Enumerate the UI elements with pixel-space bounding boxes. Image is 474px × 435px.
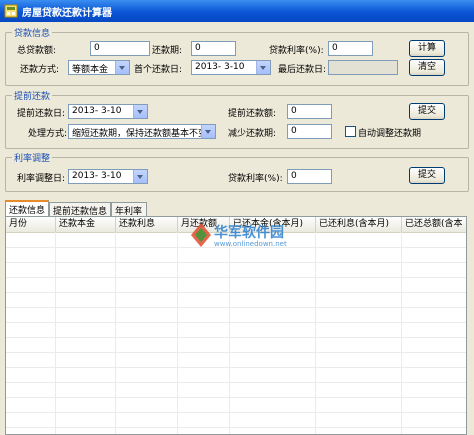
total-loan-label: 总贷款额: bbox=[17, 46, 57, 56]
last-date-label: 最后还款日: bbox=[278, 65, 327, 75]
rate-adjust-legend: 利率调整 bbox=[12, 151, 53, 164]
rate-adjust-group: 利率调整 利率调整日: 2013- 3-10 贷款利率(%): 0 提交 bbox=[5, 151, 469, 192]
prepay-group: 提前还款 提前还款日: 2013- 3-10 提前还款额: 0 提交 处理方式:… bbox=[5, 89, 469, 149]
periods-input[interactable]: 0 bbox=[191, 41, 236, 56]
watermark-text: 华军软件园 bbox=[214, 225, 284, 241]
column-header[interactable]: 还款本金 bbox=[56, 217, 116, 232]
rate-adjust-date-value: 2013- 3-10 bbox=[72, 171, 122, 181]
rate-adjust-rate-label: 贷款利率(%): bbox=[228, 174, 283, 184]
tab-repayment-info[interactable]: 还款信息 bbox=[5, 200, 49, 216]
prepay-amount-input[interactable]: 0 bbox=[287, 104, 332, 119]
chevron-down-icon[interactable] bbox=[133, 170, 147, 183]
rate-adjust-rate-input[interactable]: 0 bbox=[287, 169, 332, 184]
method-select[interactable]: 等额本金 bbox=[68, 60, 130, 75]
watermark-logo-icon bbox=[191, 223, 211, 247]
column-header[interactable]: 已还利息(含本月) bbox=[316, 217, 402, 232]
tab-annual-rate[interactable]: 年利率 bbox=[111, 202, 147, 217]
chevron-down-icon[interactable] bbox=[201, 125, 215, 138]
rate-adjust-date-label: 利率调整日: bbox=[17, 174, 66, 184]
prepay-date-label: 提前还款日: bbox=[17, 109, 66, 119]
prepay-amount-label: 提前还款额: bbox=[228, 109, 277, 119]
watermark: 华军软件园 www.onlinedown.net bbox=[190, 220, 300, 252]
auto-adjust-checkbox[interactable] bbox=[345, 126, 356, 137]
clear-button[interactable]: 清空 bbox=[409, 59, 445, 76]
first-date-value: 2013- 3-10 bbox=[195, 62, 245, 72]
window-title: 房屋贷款还款计算器 bbox=[22, 8, 112, 19]
prepay-mode-label: 处理方式: bbox=[28, 129, 68, 139]
column-header[interactable]: 还款利息 bbox=[116, 217, 178, 232]
column-header[interactable]: 月份 bbox=[6, 217, 56, 232]
prepay-mode-select[interactable]: 缩短还款期，保持还款额基本不变 bbox=[68, 124, 216, 139]
column-header[interactable]: 已还总额(含本 bbox=[402, 217, 466, 232]
auto-adjust-label: 自动调整还款期 bbox=[358, 129, 422, 139]
rate-adjust-submit-button[interactable]: 提交 bbox=[409, 167, 445, 184]
rate-label: 贷款利率(%): bbox=[269, 46, 324, 56]
first-date-label: 首个还款日: bbox=[134, 65, 183, 75]
method-label: 还款方式: bbox=[20, 65, 60, 75]
chevron-down-icon[interactable] bbox=[256, 61, 270, 74]
rate-adjust-date-picker[interactable]: 2013- 3-10 bbox=[68, 169, 148, 184]
last-date-field bbox=[328, 60, 398, 75]
prepay-legend: 提前还款 bbox=[12, 89, 53, 102]
rate-input[interactable]: 0 bbox=[328, 41, 373, 56]
total-loan-input[interactable]: 0 bbox=[90, 41, 150, 56]
first-date-picker[interactable]: 2013- 3-10 bbox=[191, 60, 271, 75]
reduce-periods-label: 减少还款期: bbox=[228, 129, 277, 139]
calculate-button[interactable]: 计算 bbox=[409, 40, 445, 57]
periods-label: 还款期: bbox=[152, 46, 183, 56]
main-window: 贷款信息 总贷款额: 0 还款期: 0 贷款利率(%): 0 计算 还款方式: … bbox=[0, 22, 474, 435]
loan-info-legend: 贷款信息 bbox=[12, 26, 53, 39]
chevron-down-icon[interactable] bbox=[115, 61, 129, 74]
chevron-down-icon[interactable] bbox=[133, 105, 147, 118]
tab-prepay-info[interactable]: 提前还款信息 bbox=[49, 202, 111, 217]
prepay-mode-value: 缩短还款期，保持还款额基本不变 bbox=[72, 129, 208, 139]
prepay-date-value: 2013- 3-10 bbox=[72, 106, 122, 116]
prepay-submit-button[interactable]: 提交 bbox=[409, 103, 445, 120]
app-icon bbox=[4, 4, 18, 18]
method-value: 等额本金 bbox=[72, 65, 109, 75]
prepay-date-picker[interactable]: 2013- 3-10 bbox=[68, 104, 148, 119]
watermark-url: www.onlinedown.net bbox=[214, 240, 287, 248]
loan-info-group: 贷款信息 总贷款额: 0 还款期: 0 贷款利率(%): 0 计算 还款方式: … bbox=[5, 26, 469, 86]
title-bar: 房屋贷款还款计算器 bbox=[0, 0, 474, 22]
reduce-periods-input[interactable]: 0 bbox=[287, 124, 332, 139]
